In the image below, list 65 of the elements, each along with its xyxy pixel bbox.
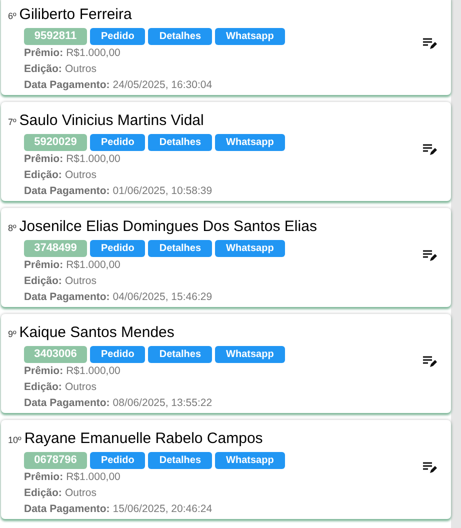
- field-label: Edição:: [24, 63, 62, 75]
- field-label: Prêmio:: [24, 471, 64, 483]
- edit-list-icon[interactable]: [423, 144, 437, 156]
- action-button[interactable]: Pedido: [90, 134, 146, 151]
- action-button[interactable]: Pedido: [90, 452, 146, 469]
- action-button[interactable]: Detalhes: [148, 28, 212, 45]
- code-badge: 3403006: [24, 346, 87, 363]
- field-value: 15/06/2025, 20:46:24: [112, 503, 212, 515]
- field-label: Prêmio:: [24, 365, 64, 377]
- rank-label: 7º: [8, 116, 16, 128]
- winner-name: Rayane Emanuelle Rabelo Campos: [24, 428, 263, 448]
- action-button[interactable]: Whatsapp: [215, 134, 285, 151]
- field-value: 01/06/2025, 10:58:39: [112, 185, 212, 197]
- field-label: Prêmio:: [24, 153, 64, 165]
- code-badge: 5920029: [24, 134, 87, 151]
- action-button[interactable]: Pedido: [90, 240, 146, 257]
- field-value: 08/06/2025, 13:55:22: [112, 397, 212, 409]
- field-value: 04/06/2025, 15:46:29: [112, 291, 212, 303]
- action-button[interactable]: Detalhes: [148, 134, 212, 151]
- field-value: R$1.000,00: [66, 259, 120, 271]
- winner-name: Giliberto Ferreira: [19, 4, 132, 24]
- field-value: R$1.000,00: [66, 153, 120, 165]
- winner-name: Saulo Vinicius Martins Vidal: [19, 110, 204, 130]
- action-button[interactable]: Detalhes: [148, 346, 212, 363]
- field-value: Outros: [64, 487, 96, 499]
- edit-list-icon[interactable]: [423, 462, 437, 474]
- winner-name: Josenilce Elias Domingues Dos Santos Elias: [19, 216, 317, 236]
- field-value: R$1.000,00: [66, 471, 120, 483]
- action-button[interactable]: Whatsapp: [215, 28, 285, 45]
- action-button[interactable]: Whatsapp: [215, 346, 285, 363]
- code-badge: 9592811: [24, 28, 87, 45]
- action-button[interactable]: Whatsapp: [215, 240, 285, 257]
- winner-name: Kaique Santos Mendes: [19, 322, 174, 342]
- action-button[interactable]: Pedido: [90, 346, 146, 363]
- edit-list-icon[interactable]: [423, 250, 437, 262]
- field-value: Outros: [64, 275, 96, 287]
- field-label: Edição:: [24, 487, 62, 499]
- code-badge: 3748499: [24, 240, 87, 257]
- field-label: Edição:: [24, 275, 62, 287]
- field-label: Data Pagamento:: [24, 291, 110, 303]
- edit-list-icon[interactable]: [423, 38, 437, 50]
- edit-list-icon[interactable]: [423, 356, 437, 368]
- field-value: R$1.000,00: [66, 365, 120, 377]
- field-label: Prêmio:: [24, 47, 64, 59]
- field-label: Data Pagamento:: [24, 185, 110, 197]
- field-label: Data Pagamento:: [24, 397, 110, 409]
- action-button[interactable]: Pedido: [90, 28, 146, 45]
- field-value: R$1.000,00: [66, 47, 120, 59]
- rank-label: 10º: [8, 434, 22, 446]
- field-value: Outros: [64, 169, 96, 181]
- action-button[interactable]: Detalhes: [148, 452, 212, 469]
- field-value: Outros: [64, 63, 96, 75]
- rank-label: 9º: [8, 328, 16, 340]
- field-label: Prêmio:: [24, 259, 64, 271]
- rank-label: 6º: [8, 10, 16, 22]
- code-badge: 0678796: [24, 452, 87, 469]
- field-label: Edição:: [24, 381, 62, 393]
- action-button[interactable]: Whatsapp: [215, 452, 285, 469]
- field-label: Data Pagamento:: [24, 79, 110, 91]
- rank-label: 8º: [8, 222, 16, 234]
- field-label: Data Pagamento:: [24, 503, 110, 515]
- field-value: 24/05/2025, 16:30:04: [112, 79, 212, 91]
- field-value: Outros: [64, 381, 96, 393]
- action-button[interactable]: Detalhes: [148, 240, 212, 257]
- field-label: Edição:: [24, 169, 62, 181]
